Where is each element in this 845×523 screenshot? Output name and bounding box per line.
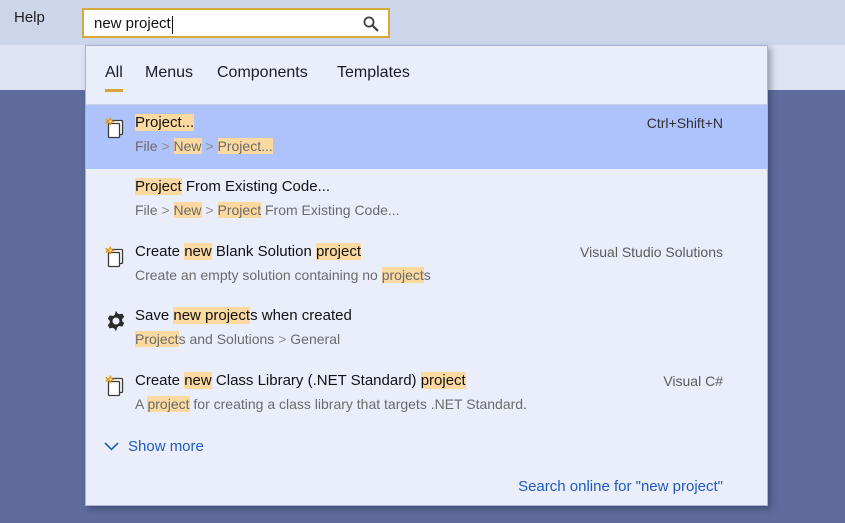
- search-match-highlight: New: [173, 138, 202, 154]
- result-title: Project From Existing Code...: [135, 178, 331, 195]
- show-more-label: Show more: [128, 438, 204, 455]
- new-project-icon: [104, 116, 128, 140]
- filter-tabs: All Menus Components Templates: [86, 46, 767, 105]
- search-match-highlight: project: [315, 243, 361, 260]
- result-category: Visual Studio Solutions: [580, 244, 723, 260]
- new-project-icon: [104, 374, 128, 398]
- new-project-icon: [104, 245, 128, 269]
- search-match-highlight: Project: [135, 331, 179, 347]
- search-match-highlight: new: [184, 243, 212, 260]
- breadcrumb-separator: >: [278, 331, 291, 347]
- result-title: Create new Class Library (.NET Standard)…: [135, 372, 466, 389]
- chevron-down-icon: [104, 438, 119, 455]
- search-match-highlight: new project: [173, 307, 251, 324]
- result-row[interactable]: Project... File > New > Project... Ctrl+Sh…: [86, 105, 767, 169]
- search-match-highlight: project: [381, 267, 424, 283]
- magnifier-icon[interactable]: [362, 15, 380, 38]
- result-subtitle: Projects and Solutions > General: [135, 331, 341, 347]
- breadcrumb-separator: >: [205, 202, 218, 218]
- result-row[interactable]: Create new Blank Solution project Create …: [86, 234, 767, 298]
- show-more-button[interactable]: Show more: [104, 438, 204, 455]
- search-match-highlight: Project...: [135, 114, 195, 131]
- tab-menus[interactable]: Menus: [145, 64, 193, 89]
- breadcrumb-separator: >: [161, 138, 174, 154]
- result-subtitle: A project for creating a class library t…: [135, 396, 527, 412]
- search-match-highlight: Project...: [217, 138, 273, 154]
- search-online-link[interactable]: Search online for "new project": [518, 478, 723, 495]
- result-row[interactable]: Create new Class Library (.NET Standard)…: [86, 363, 767, 427]
- result-category: Visual C#: [663, 373, 723, 389]
- search-match-highlight: Project: [217, 202, 262, 218]
- result-title: Project...: [135, 114, 195, 131]
- breadcrumb-separator: >: [161, 202, 174, 218]
- search-match-highlight: project: [420, 372, 466, 389]
- result-title: Save new projects when created: [135, 307, 352, 324]
- result-row[interactable]: Project From Existing Code... File > New …: [86, 169, 767, 233]
- menu-item-help[interactable]: Help: [14, 9, 45, 26]
- result-row[interactable]: Save new projects when created Projects a…: [86, 298, 767, 362]
- keyboard-shortcut: Ctrl+Shift+N: [646, 115, 723, 131]
- search-match-highlight: Project: [135, 178, 182, 195]
- tab-all[interactable]: All: [105, 64, 123, 92]
- result-subtitle: File > New > Project...: [135, 138, 273, 154]
- search-results-panel: All Menus Components Templates Project..…: [85, 45, 768, 506]
- search-match-highlight: project: [147, 396, 190, 412]
- tab-templates[interactable]: Templates: [337, 64, 410, 89]
- search-input[interactable]: new project: [82, 8, 390, 38]
- text-cursor: [172, 16, 173, 34]
- result-title: Create new Blank Solution project: [135, 243, 361, 260]
- search-input-value: new project: [94, 15, 171, 32]
- gear-icon: [104, 309, 128, 333]
- search-match-highlight: new: [184, 372, 212, 389]
- tab-components[interactable]: Components: [217, 64, 308, 89]
- search-match-highlight: New: [173, 202, 202, 218]
- breadcrumb-separator: >: [205, 138, 218, 154]
- result-subtitle: File > New > Project From Existing Code.…: [135, 202, 400, 218]
- result-subtitle: Create an empty solution containing no p…: [135, 267, 431, 283]
